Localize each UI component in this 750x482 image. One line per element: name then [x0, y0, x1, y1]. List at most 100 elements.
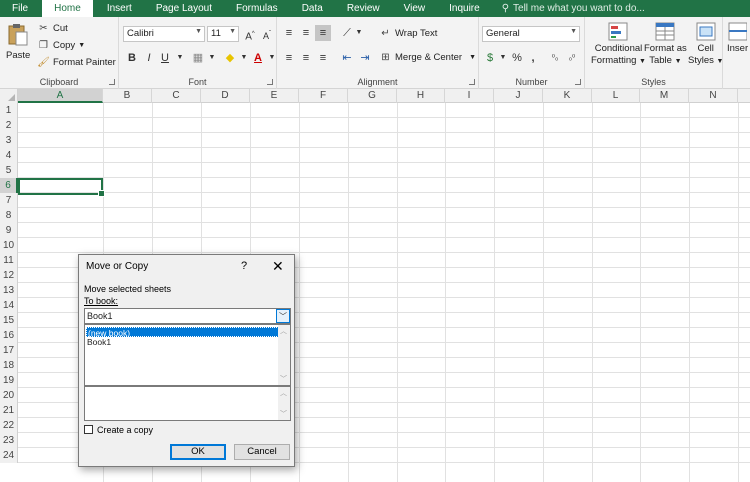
create-copy-checkbox[interactable]	[84, 425, 93, 434]
ok-button[interactable]: OK	[170, 444, 226, 460]
tab-formulas[interactable]: Formulas	[224, 0, 290, 17]
tab-view[interactable]: View	[392, 0, 438, 17]
create-copy-label[interactable]: Create a copy	[97, 425, 153, 435]
row-header[interactable]: 3	[0, 133, 18, 148]
help-icon[interactable]: ?	[241, 260, 247, 272]
row-header[interactable]: 24	[0, 448, 18, 463]
column-header[interactable]: A	[18, 89, 103, 103]
tab-insert[interactable]: Insert	[95, 0, 144, 17]
select-all-corner[interactable]	[0, 89, 18, 103]
italic-button[interactable]: I	[141, 50, 157, 66]
row-header[interactable]: 22	[0, 418, 18, 433]
align-top-icon[interactable]: ≡	[281, 25, 297, 41]
table-row[interactable]: 7	[0, 193, 750, 208]
column-header[interactable]: M	[640, 89, 689, 103]
column-header[interactable]: B	[103, 89, 152, 103]
row-header[interactable]: 15	[0, 313, 18, 328]
row-header[interactable]: 13	[0, 283, 18, 298]
table-row[interactable]: 2	[0, 118, 750, 133]
row-header[interactable]: 23	[0, 433, 18, 448]
chevron-down-icon[interactable]: ▼	[351, 25, 367, 41]
align-middle-icon[interactable]: ≡	[298, 25, 314, 41]
align-left-icon[interactable]: ≡	[281, 50, 297, 66]
font-size-select[interactable]: 11 ▼	[207, 26, 239, 42]
row-header[interactable]: 19	[0, 373, 18, 388]
scrollbar[interactable]: ︿ ﹀	[278, 325, 290, 385]
chevron-down-icon[interactable]: ▼	[204, 50, 220, 66]
decrease-decimal-icon[interactable]: ₀⁰	[564, 50, 580, 66]
number-format-select[interactable]: General ▼	[482, 26, 580, 42]
tab-file[interactable]: File	[0, 0, 40, 17]
column-header[interactable]: N	[689, 89, 738, 103]
table-row[interactable]: 4	[0, 148, 750, 163]
row-header[interactable]: 18	[0, 358, 18, 373]
comma-button[interactable]: ,	[525, 50, 541, 66]
decrease-indent-icon[interactable]: ⇤	[339, 50, 355, 66]
underline-button[interactable]: U	[157, 50, 173, 66]
wrap-text-button[interactable]: ↵ Wrap Text	[379, 27, 437, 40]
row-header[interactable]: 2	[0, 118, 18, 133]
row-header[interactable]: 16	[0, 328, 18, 343]
font-name-select[interactable]: Calibri ▼	[123, 26, 205, 42]
bold-button[interactable]: B	[124, 50, 140, 66]
dialog-launcher-icon[interactable]	[469, 79, 475, 85]
active-cell[interactable]	[18, 178, 105, 197]
table-row[interactable]: 9	[0, 223, 750, 238]
chevron-down-icon[interactable]: ﹀	[280, 374, 287, 384]
chevron-up-icon[interactable]: ︿	[280, 326, 287, 336]
before-sheet-list[interactable]: ︿ ﹀	[84, 386, 291, 421]
table-row[interactable]: 8	[0, 208, 750, 223]
percent-button[interactable]: %	[509, 50, 525, 66]
row-header[interactable]: 12	[0, 268, 18, 283]
column-header[interactable]: G	[348, 89, 397, 103]
table-row[interactable]: 5	[0, 163, 750, 178]
book-list[interactable]: (new book) Book1 ︿ ﹀	[84, 324, 291, 386]
scrollbar[interactable]: ︿ ﹀	[278, 387, 290, 420]
align-center-icon[interactable]: ≡	[298, 50, 314, 66]
column-header[interactable]: F	[299, 89, 348, 103]
row-header[interactable]: 14	[0, 298, 18, 313]
shrink-font-button[interactable]: Aˇ	[259, 26, 275, 42]
cancel-button[interactable]: Cancel	[234, 444, 290, 460]
column-header[interactable]: K	[543, 89, 592, 103]
tab-page-layout[interactable]: Page Layout	[144, 0, 224, 17]
list-item[interactable]: (new book)	[86, 327, 279, 338]
column-header[interactable]: H	[397, 89, 445, 103]
format-as-table-button[interactable]: Format as Table ▼	[644, 22, 687, 67]
tell-me-box[interactable]: ⚲ Tell me what you want to do...	[502, 3, 645, 14]
tab-inquire[interactable]: Inquire	[437, 0, 492, 17]
insert-cells-button[interactable]: Inser	[727, 22, 748, 54]
increase-decimal-icon[interactable]: ⁰₀	[547, 50, 563, 66]
row-header[interactable]: 11	[0, 253, 18, 268]
align-right-icon[interactable]: ≡	[315, 50, 331, 66]
cell-styles-button[interactable]: Cell Styles ▼	[688, 22, 723, 67]
table-row[interactable]: 1	[0, 103, 750, 118]
chevron-down-icon[interactable]: ▼	[172, 50, 188, 66]
row-header[interactable]: 21	[0, 403, 18, 418]
table-row[interactable]: 10	[0, 238, 750, 253]
merge-center-button[interactable]: ⊞ Merge & Center ▼	[379, 51, 476, 64]
list-item[interactable]: Book1	[86, 337, 279, 347]
row-header[interactable]: 8	[0, 208, 18, 223]
column-header[interactable]: E	[250, 89, 299, 103]
grow-font-button[interactable]: A^	[242, 26, 258, 42]
close-icon[interactable]: ✕	[272, 258, 284, 275]
row-header[interactable]: 1	[0, 103, 18, 118]
tab-review[interactable]: Review	[335, 0, 392, 17]
row-header[interactable]: 10	[0, 238, 18, 253]
align-bottom-icon[interactable]: ≡	[315, 25, 331, 41]
paste-button[interactable]: Paste	[6, 23, 30, 61]
column-header[interactable]: J	[494, 89, 543, 103]
increase-indent-icon[interactable]: ⇥	[357, 50, 373, 66]
column-header[interactable]: L	[592, 89, 640, 103]
copy-button[interactable]: ❐ Copy ▼	[37, 39, 85, 52]
tab-data[interactable]: Data	[290, 0, 335, 17]
chevron-up-icon[interactable]: ︿	[280, 388, 287, 398]
dialog-launcher-icon[interactable]	[267, 79, 273, 85]
cut-button[interactable]: ✂ Cut	[37, 22, 68, 35]
chevron-down-icon[interactable]: ﹀	[280, 409, 287, 419]
row-header[interactable]: 5	[0, 163, 18, 178]
row-header[interactable]: 6	[0, 178, 18, 193]
column-header[interactable]: C	[152, 89, 201, 103]
to-book-select[interactable]: Book1 ﹀	[84, 308, 291, 324]
